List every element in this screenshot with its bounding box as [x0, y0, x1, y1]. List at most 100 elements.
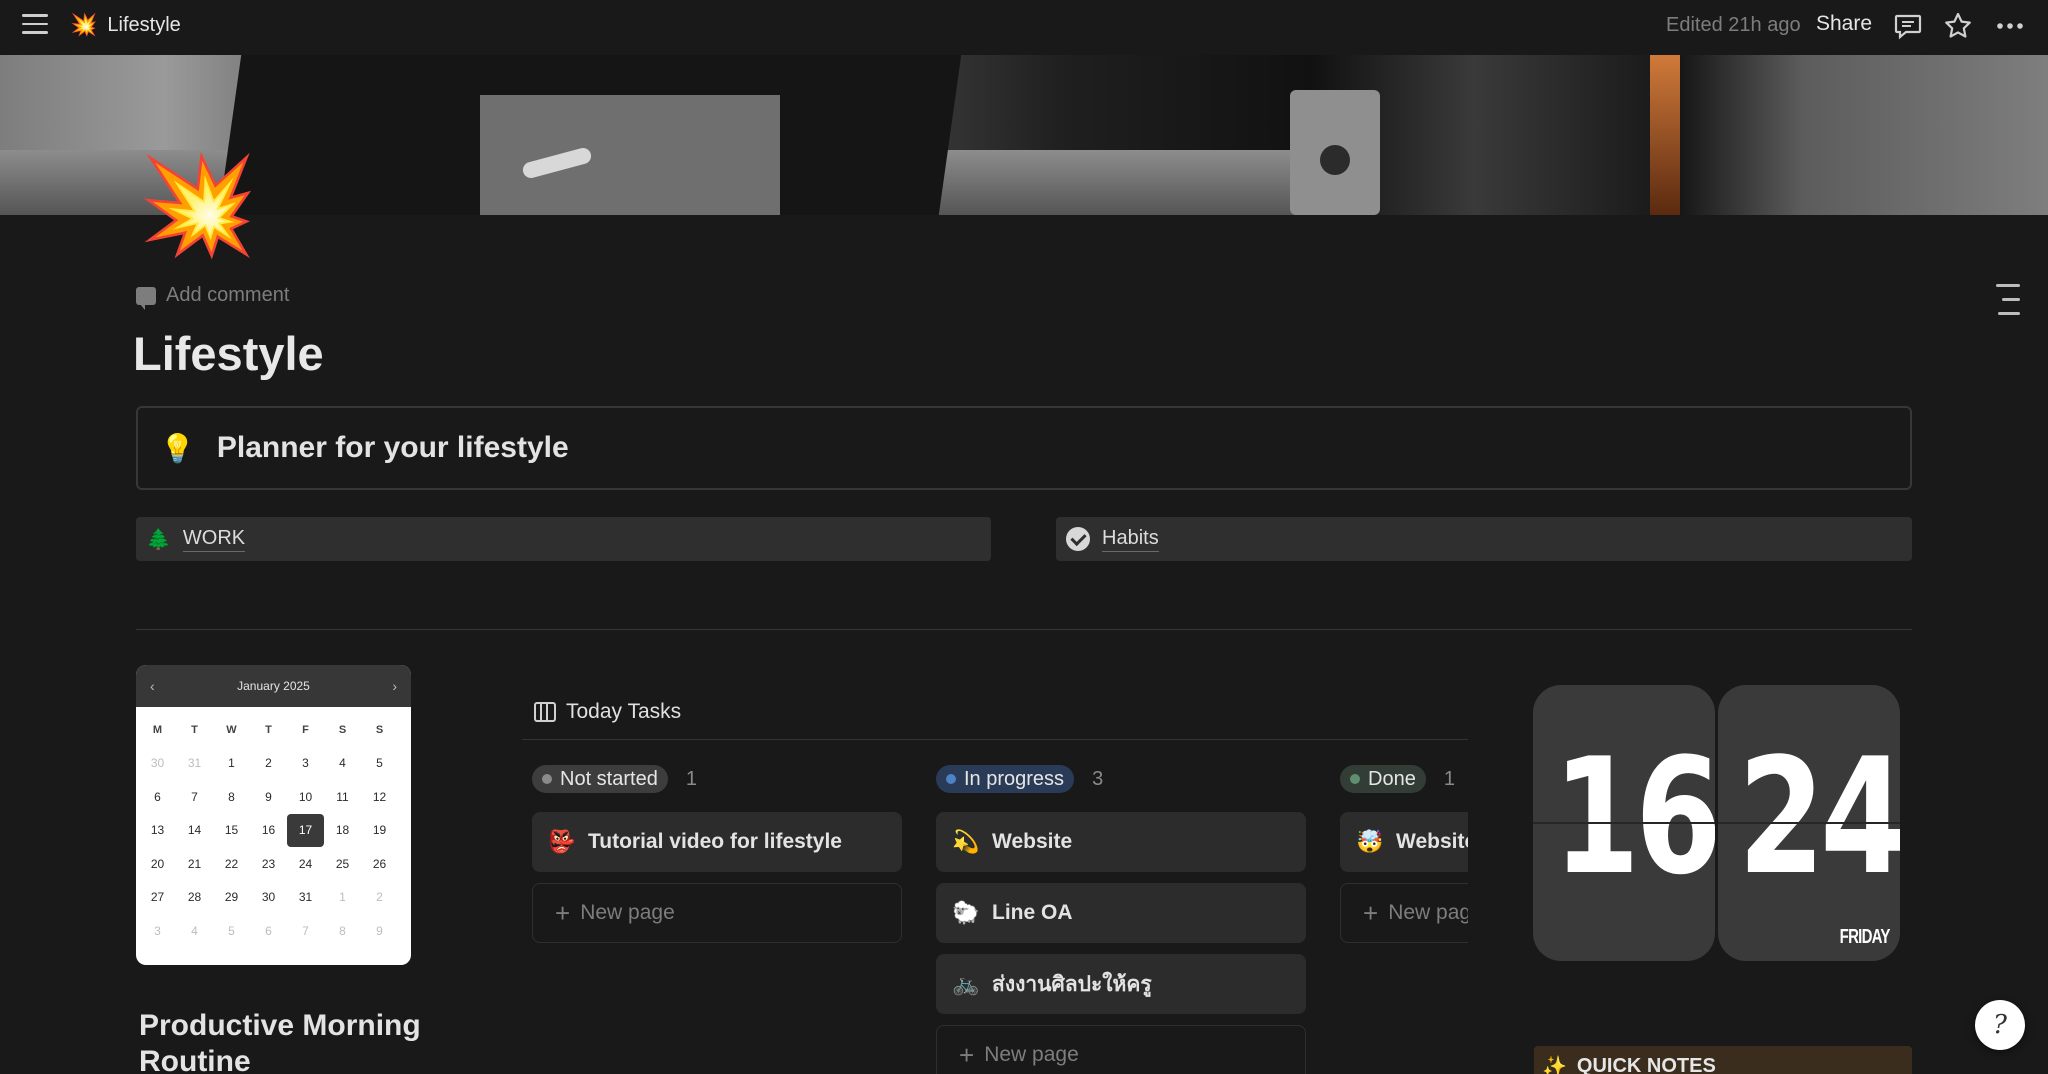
- calendar-day[interactable]: 9: [361, 914, 398, 948]
- next-month-icon[interactable]: ›: [392, 678, 397, 694]
- sparkles-icon: ✨: [1542, 1055, 1567, 1074]
- top-bar: 💥 Lifestyle Edited 21h ago Share: [0, 0, 2048, 55]
- weekday-label: T: [191, 723, 198, 736]
- calendar-day[interactable]: 8: [213, 780, 250, 814]
- calendar-day[interactable]: 27: [139, 881, 176, 915]
- calendar-day[interactable]: 10: [287, 780, 324, 814]
- calendar-day[interactable]: 5: [361, 747, 398, 781]
- calendar-day[interactable]: 11: [324, 780, 361, 814]
- task-card[interactable]: 👺 Tutorial video for lifestyle: [532, 812, 902, 872]
- calendar-day[interactable]: 28: [176, 881, 213, 915]
- clock-day: FRIDAY: [1840, 926, 1891, 948]
- new-page-button[interactable]: + New page: [1340, 883, 1468, 943]
- calendar-day[interactable]: 14: [176, 814, 213, 848]
- clock-hours: 16: [1533, 685, 1715, 961]
- status-badge: Done: [1340, 765, 1426, 793]
- calendar-day[interactable]: 30: [139, 747, 176, 781]
- calendar-day[interactable]: 21: [176, 847, 213, 881]
- task-card[interactable]: 🚲 ส่งงานศิลปะให้ครู: [936, 954, 1306, 1014]
- breadcrumb[interactable]: 💥 Lifestyle: [70, 12, 181, 38]
- calendar-day[interactable]: 24: [287, 847, 324, 881]
- new-page-label: New page: [984, 1043, 1079, 1066]
- calendar-day[interactable]: 12: [361, 780, 398, 814]
- calendar-day[interactable]: 6: [250, 914, 287, 948]
- menu-icon[interactable]: [22, 14, 48, 36]
- callout-text: Planner for your lifestyle: [216, 431, 569, 464]
- clock-minutes-value: 24: [1738, 723, 1900, 910]
- calendar-widget[interactable]: ‹ January 2025 › M T W T F S S 30 31 1 2 3 4 5 6 7 8 9 10 1…: [136, 665, 411, 965]
- status-badge: In progress: [936, 765, 1075, 793]
- calendar-day[interactable]: 8: [324, 914, 361, 948]
- calendar-day[interactable]: 31: [287, 881, 324, 915]
- calendar-day-today[interactable]: 17: [287, 813, 324, 847]
- calendar-day[interactable]: 15: [213, 814, 250, 848]
- column-count: 3: [1092, 767, 1104, 790]
- weekday-label: S: [375, 723, 384, 736]
- new-page-button[interactable]: + New page: [936, 1025, 1306, 1074]
- weekday-label: T: [265, 723, 272, 736]
- routine-heading[interactable]: Productive Morning Routine: [139, 1008, 459, 1074]
- calendar-day[interactable]: 3: [287, 747, 324, 781]
- card-title: Website: [992, 830, 1073, 853]
- prev-month-icon[interactable]: ‹: [150, 678, 155, 694]
- new-page-label: New page: [1388, 901, 1468, 924]
- calendar-day[interactable]: 4: [324, 747, 361, 781]
- calendar-day[interactable]: 2: [361, 881, 398, 915]
- column-header[interactable]: Not started 1: [532, 765, 697, 793]
- calendar-day[interactable]: 31: [176, 747, 213, 781]
- clock-minutes: 24 FRIDAY: [1718, 685, 1900, 961]
- calendar-day[interactable]: 1: [213, 747, 250, 781]
- status-label: Not started: [560, 767, 658, 790]
- more-options-icon[interactable]: [1994, 10, 2026, 42]
- task-card[interactable]: 🐑 Line OA: [936, 883, 1306, 943]
- calendar-day[interactable]: 25: [324, 847, 361, 881]
- board-view-tab[interactable]: Today Tasks: [534, 700, 681, 724]
- calendar-day[interactable]: 16: [250, 814, 287, 848]
- calendar-day[interactable]: 9: [250, 780, 287, 814]
- help-button[interactable]: ?: [1975, 1000, 2025, 1050]
- breadcrumb-title: Lifestyle: [107, 13, 181, 36]
- share-button[interactable]: Share: [1816, 12, 1872, 36]
- calendar-day[interactable]: 19: [361, 814, 398, 848]
- lightbulb-icon: 💡: [160, 432, 195, 464]
- task-card[interactable]: 💫 Website: [936, 812, 1306, 872]
- calendar-day[interactable]: 2: [250, 747, 287, 781]
- cover-image[interactable]: [0, 55, 2048, 215]
- calendar-day[interactable]: 13: [139, 814, 176, 848]
- add-comment-button[interactable]: Add comment: [136, 284, 289, 310]
- calendar-day[interactable]: 6: [139, 780, 176, 814]
- new-page-button[interactable]: + New page: [532, 883, 902, 943]
- calendar-day[interactable]: 7: [176, 780, 213, 814]
- page-emoji-icon: 💥: [70, 12, 98, 37]
- calendar-day[interactable]: 26: [361, 847, 398, 881]
- page-title[interactable]: Lifestyle: [133, 326, 324, 381]
- calendar-day[interactable]: 7: [287, 914, 324, 948]
- calendar-day[interactable]: 20: [139, 847, 176, 881]
- task-card[interactable]: 🤯 Website: [1340, 812, 1468, 872]
- column-header[interactable]: In progress 3: [936, 765, 1103, 793]
- link-habits-label: Habits: [1102, 527, 1159, 552]
- calendar-day[interactable]: 29: [213, 881, 250, 915]
- link-work[interactable]: 🌲 WORK: [136, 517, 991, 561]
- weekday-label: W: [226, 723, 237, 736]
- calendar-day[interactable]: 30: [250, 881, 287, 915]
- calendar-day[interactable]: 4: [176, 914, 213, 948]
- calendar-day[interactable]: 18: [324, 814, 361, 848]
- comments-icon[interactable]: [1892, 10, 1924, 42]
- calendar-day[interactable]: 3: [139, 914, 176, 948]
- link-habits[interactable]: Habits: [1056, 517, 1912, 561]
- calendar-day[interactable]: 5: [213, 914, 250, 948]
- quick-notes-header[interactable]: ✨ QUICK NOTES: [1534, 1046, 1912, 1074]
- calendar-day[interactable]: 1: [324, 881, 361, 915]
- favorite-star-icon[interactable]: [1942, 10, 1974, 42]
- board: Not started 1 👺 Tutorial video for lifestyl…: [522, 740, 1468, 1074]
- table-of-contents-icon[interactable]: [1996, 284, 2020, 326]
- callout[interactable]: 💡 Planner for your lifestyle: [136, 406, 1912, 490]
- board-icon: [534, 702, 556, 722]
- column-header[interactable]: Done 1: [1340, 765, 1455, 793]
- page-icon[interactable]: 💥: [138, 158, 258, 254]
- calendar-day[interactable]: 22: [213, 847, 250, 881]
- plus-icon: +: [555, 897, 571, 928]
- status-label: Done: [1368, 767, 1416, 790]
- calendar-day[interactable]: 23: [250, 847, 287, 881]
